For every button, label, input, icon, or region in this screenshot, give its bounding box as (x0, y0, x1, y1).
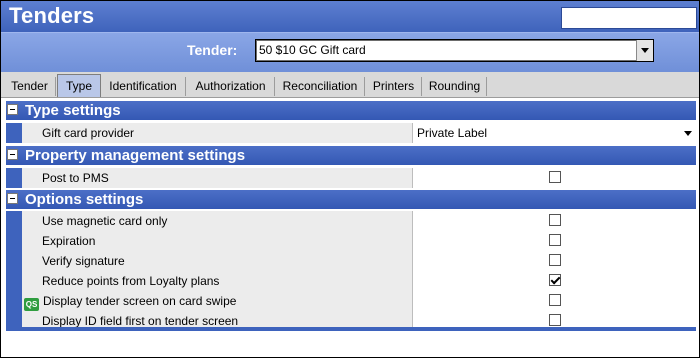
row-use-magnetic-card-only: Use magnetic card only (6, 211, 696, 231)
chevron-down-icon[interactable] (636, 40, 653, 61)
row-expiration: Expiration (6, 231, 696, 251)
collapse-icon[interactable] (7, 149, 18, 160)
dropdown-value: Private Label (417, 126, 488, 140)
use-magnetic-card-only-checkbox[interactable] (549, 214, 561, 226)
row-display-tender-screen-on-swipe: QS Display tender screen on card swipe (6, 291, 696, 311)
collapse-icon[interactable] (7, 104, 18, 115)
row-verify-signature: Verify signature (6, 251, 696, 271)
section-property-management-settings[interactable]: Property management settings (6, 146, 696, 165)
row-label: Display tender screen on card swipe (43, 294, 237, 308)
tab-type[interactable]: Type (57, 74, 101, 97)
title-search-input[interactable] (561, 7, 697, 29)
row-post-to-pms: Post to PMS (6, 168, 696, 188)
row-label: Use magnetic card only (22, 211, 413, 231)
row-gutter (6, 251, 22, 271)
section-title: Options settings (25, 191, 144, 208)
tab-tender[interactable]: Tender (4, 77, 56, 96)
row-label: Post to PMS (22, 168, 413, 188)
title-bar: Tenders (1, 1, 699, 32)
tab-printers[interactable]: Printers (366, 77, 422, 96)
value-cell (413, 168, 696, 188)
display-tender-screen-on-swipe-checkbox[interactable] (549, 294, 561, 306)
row-label-container: QS Display tender screen on card swipe (22, 291, 413, 311)
expiration-checkbox[interactable] (549, 234, 561, 246)
section-title: Property management settings (25, 147, 246, 164)
section-type-settings[interactable]: Type settings (6, 101, 696, 120)
row-label: Gift card provider (22, 123, 413, 143)
post-to-pms-checkbox[interactable] (549, 171, 561, 183)
tab-rounding[interactable]: Rounding (423, 77, 487, 96)
row-gutter (6, 231, 22, 251)
display-id-field-first-checkbox[interactable] (549, 314, 561, 326)
row-gutter (6, 211, 22, 231)
window-title: Tenders (9, 3, 95, 28)
verify-signature-checkbox[interactable] (549, 254, 561, 266)
qs-icon: QS (24, 298, 39, 311)
row-label: Reduce points from Loyalty plans (22, 271, 413, 291)
row-label: Verify signature (22, 251, 413, 271)
tender-dropdown-value: 50 $10 GC Gift card (259, 43, 366, 57)
section-options-settings[interactable]: Options settings (6, 190, 696, 209)
row-label: Expiration (22, 231, 413, 251)
section-title: Type settings (25, 102, 121, 119)
row-reduce-points-loyalty: Reduce points from Loyalty plans (6, 271, 696, 291)
chevron-down-icon[interactable] (684, 131, 692, 136)
grid-bottom-border (6, 327, 696, 331)
row-gutter (6, 168, 22, 188)
tab-identification[interactable]: Identification (101, 77, 186, 96)
value-cell (413, 251, 696, 271)
tender-dropdown[interactable]: 50 $10 GC Gift card (255, 39, 654, 62)
reduce-points-loyalty-checkbox[interactable] (549, 274, 561, 286)
value-cell (413, 271, 696, 291)
row-gutter (6, 123, 22, 143)
row-gutter (6, 291, 22, 311)
tenders-window: Tenders Tender: 50 $10 GC Gift card Tend… (0, 0, 700, 358)
gift-card-provider-dropdown[interactable]: Private Label (413, 123, 696, 143)
value-cell (413, 291, 696, 311)
tab-reconciliation[interactable]: Reconciliation (276, 77, 365, 96)
value-cell (413, 211, 696, 231)
tab-bar: Tender Type Identification Authorization… (1, 72, 699, 98)
value-cell (413, 231, 696, 251)
row-gutter (6, 271, 22, 291)
tab-authorization[interactable]: Authorization (187, 77, 275, 96)
collapse-icon[interactable] (7, 193, 18, 204)
tender-label: Tender: (187, 42, 238, 58)
row-gift-card-provider: Gift card provider Private Label (6, 123, 696, 143)
tender-selector-bar: Tender: 50 $10 GC Gift card (1, 32, 699, 73)
